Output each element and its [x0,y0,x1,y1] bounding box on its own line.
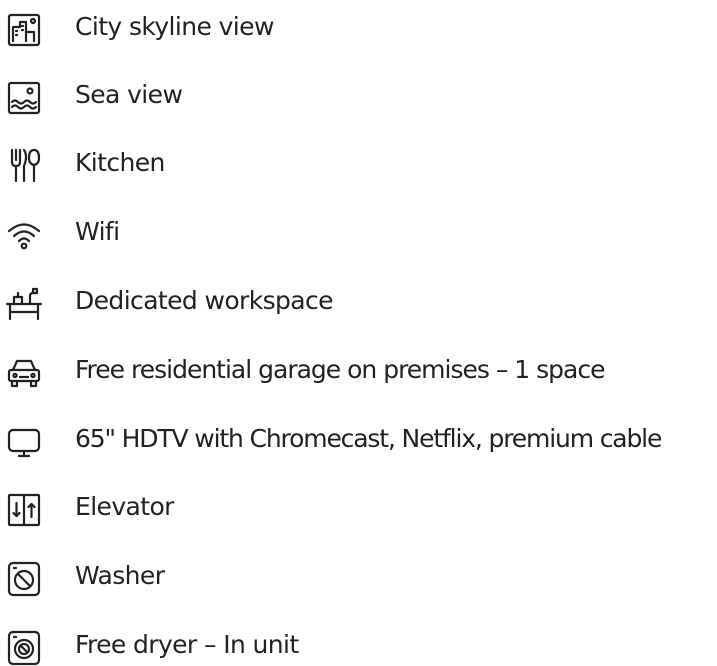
amenity-item-free-dryer: Free dryer – In unit [0,620,717,666]
amenity-label: Free dryer – In unit [75,630,299,659]
amenity-label: City skyline view [75,12,274,41]
workspace-desk-icon [4,282,44,322]
amenity-label: Elevator [75,492,174,521]
amenity-label: Kitchen [75,148,165,177]
kitchen-utensils-icon [4,144,44,184]
amenity-item-elevator: Elevator [0,482,717,528]
amenity-item-wifi: Wifi [0,207,717,251]
car-icon [4,351,44,391]
amenity-item-hdtv: 65" HDTV with Chromecast, Netflix, premi… [0,414,717,458]
amenity-item-free-residential-garage: Free residential garage on premises – 1 … [0,345,717,389]
sea-view-icon [4,76,44,116]
amenity-item-dedicated-workspace: Dedicated workspace [0,276,717,322]
amenity-label: Washer [75,561,165,590]
amenity-label: Free residential garage on premises – 1 … [75,355,605,384]
dryer-icon [4,626,44,666]
washer-icon [4,557,44,597]
city-skyline-icon [4,8,44,48]
amenity-label: Sea view [75,80,183,109]
amenity-item-sea-view: Sea view [0,70,717,116]
wifi-icon [4,213,44,253]
amenity-label: Wifi [75,217,120,246]
amenity-item-washer: Washer [0,551,717,597]
tv-icon [4,420,44,460]
amenity-item-city-skyline-view: City skyline view [0,2,717,48]
amenity-item-kitchen: Kitchen [0,138,717,184]
amenity-label: Dedicated workspace [75,286,334,315]
amenity-label: 65" HDTV with Chromecast, Netflix, premi… [75,424,662,453]
amenity-list: City skyline view Sea view Kitchen Wifi … [0,0,717,666]
elevator-icon [4,488,44,528]
